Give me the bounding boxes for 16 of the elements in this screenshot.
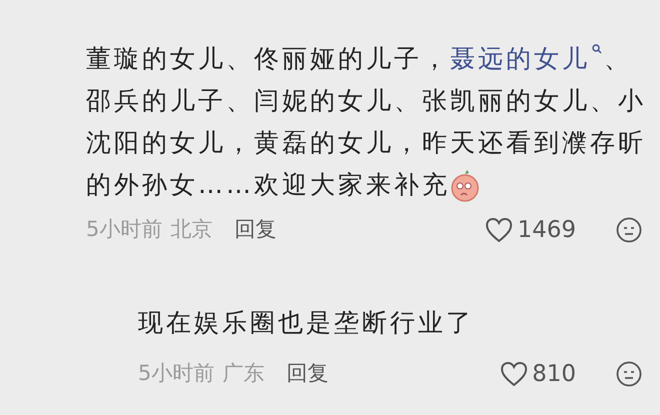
comment-location: 广东 <box>222 360 264 388</box>
comment-time: 5小时前 <box>138 360 214 388</box>
heart-icon[interactable] <box>485 217 514 243</box>
face-icon[interactable] <box>616 217 642 243</box>
face-icon[interactable] <box>616 361 642 387</box>
search-icon <box>592 44 602 54</box>
reply-link[interactable]: 回复 <box>234 214 276 246</box>
comment-text: 现在娱乐圈也是垄断行业了 <box>138 307 475 339</box>
reply-link[interactable]: 回复 <box>286 358 328 390</box>
like-count: 810 <box>532 360 576 389</box>
like-count: 1469 <box>517 216 576 245</box>
comment-text: 董璇的女儿、佟丽娅的儿子，聂远的女儿 、邵兵的儿子、闫妮的女儿、张凯丽的女儿、小沈阳的女儿，黄磊的女儿，昨天还看到濮存昕的外孙女……欢迎大家来补充 <box>86 38 646 206</box>
name-link[interactable]: 聂远的女儿 <box>450 44 604 73</box>
heart-icon[interactable] <box>500 361 528 387</box>
comment-location: 北京 <box>170 216 212 244</box>
comment-time: 5小时前 <box>86 216 162 244</box>
